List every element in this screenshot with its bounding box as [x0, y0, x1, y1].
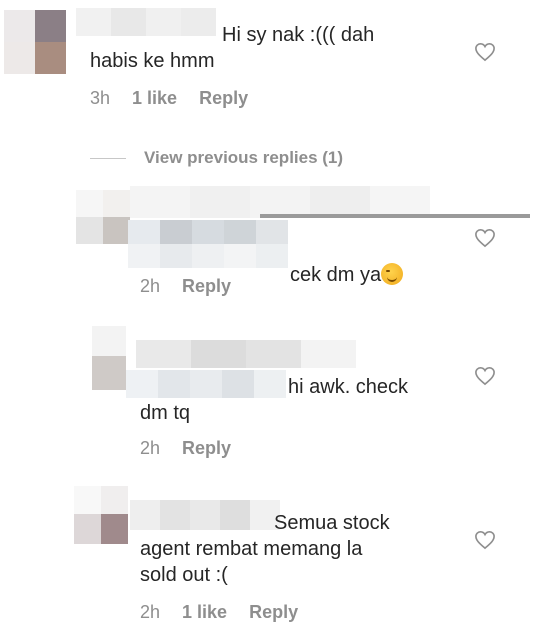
comment-4: Semua stock agent rembat memang la sold … — [0, 480, 538, 640]
avatar-blurred[interactable] — [76, 190, 130, 244]
reply-button[interactable]: Reply — [199, 88, 248, 109]
reply-button[interactable]: Reply — [249, 602, 298, 623]
heart-outline-icon[interactable] — [474, 228, 496, 248]
comment-meta: 2h Reply — [140, 438, 231, 459]
likes-count[interactable]: 1 like — [132, 88, 177, 109]
comment-1: Hi sy nak :((( dah habis ke hmm 3h 1 lik… — [0, 0, 538, 140]
heart-outline-icon[interactable] — [474, 530, 496, 550]
comment-text: hi awk. check dm tq — [140, 376, 409, 424]
comment-time: 3h — [90, 88, 111, 108]
reply-button[interactable]: Reply — [182, 276, 231, 297]
comment-text: Hi sy nak :((( dah habis ke hmm — [90, 24, 375, 72]
avatar-blurred[interactable] — [4, 10, 66, 74]
avatar-blurred[interactable] — [92, 326, 126, 390]
username-blurred[interactable] — [128, 220, 288, 268]
comment-meta: 2h 1 like Reply — [140, 602, 298, 623]
view-previous-label: View previous replies (1) — [144, 148, 344, 167]
comment-text-body: cek dm ya — [290, 264, 382, 286]
likes-count[interactable]: 1 like — [182, 602, 227, 623]
comment-time: 2h — [140, 276, 161, 296]
comment-time: 2h — [140, 602, 161, 622]
username-blurred[interactable] — [130, 186, 530, 218]
comment-meta: 2h Reply — [140, 276, 231, 297]
comment-3: hi awk. check dm tq 2h Reply — [0, 318, 538, 478]
heart-outline-icon[interactable] — [474, 366, 496, 386]
winking-face-emoji — [381, 263, 404, 285]
comment-text: cek dm ya — [290, 236, 450, 288]
heart-outline-icon[interactable] — [474, 42, 496, 62]
comment-meta: 3h 1 like Reply — [90, 88, 248, 109]
divider-line — [90, 157, 126, 159]
reply-button[interactable]: Reply — [182, 438, 231, 459]
avatar-blurred[interactable] — [74, 486, 128, 544]
username-blurred[interactable] — [136, 340, 356, 368]
view-previous-replies[interactable]: View previous replies (1) — [90, 148, 343, 168]
comment-2: cek dm ya 2h Reply — [0, 180, 538, 300]
comment-time: 2h — [140, 438, 161, 458]
comment-text: Semua stock agent rembat memang la sold … — [140, 512, 390, 586]
